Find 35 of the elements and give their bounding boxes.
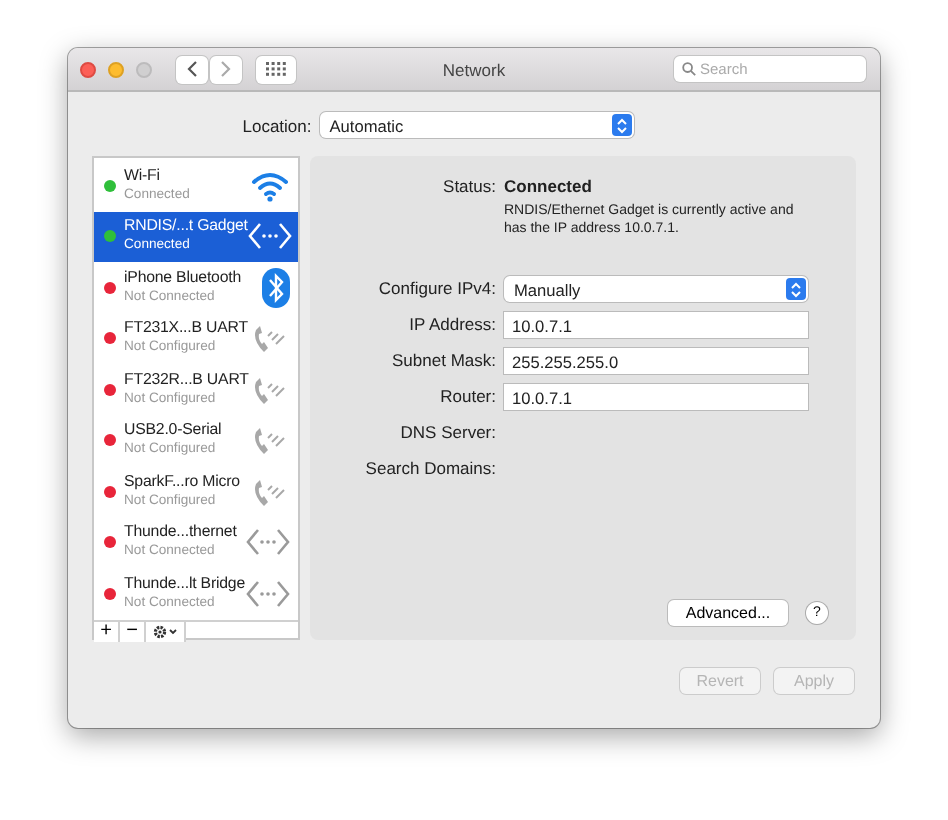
- field-label: Search Domains:: [363, 456, 496, 482]
- show-all-button[interactable]: [256, 55, 296, 83]
- close-button[interactable]: [80, 61, 96, 77]
- action-menu-button[interactable]: [146, 621, 186, 641]
- ethernet-icon: [246, 528, 290, 557]
- window-title: Network: [442, 59, 506, 79]
- field-label: Subnet Mask:: [390, 348, 496, 374]
- stepper-icon: [611, 114, 632, 136]
- status-label: Status:: [441, 176, 496, 196]
- remove-button[interactable]: −: [120, 621, 146, 641]
- input-field[interactable]: 255.255.255.0: [504, 348, 808, 374]
- ethernet-icon: [246, 579, 290, 608]
- field-label: Configure IPv4:: [376, 276, 496, 302]
- location-label: Location:: [242, 115, 312, 135]
- stepper-icon: [786, 278, 806, 300]
- wifi-icon: [250, 169, 290, 202]
- grid-icon: [266, 62, 286, 76]
- location-popup[interactable]: Automatic: [319, 112, 634, 138]
- bluetooth-icon: [262, 267, 290, 308]
- search-icon: [682, 62, 696, 76]
- back-icon: [186, 60, 198, 78]
- add-button[interactable]: +: [94, 621, 120, 641]
- input-field[interactable]: 10.0.7.1: [504, 312, 808, 338]
- ethernet-icon: [247, 222, 292, 251]
- forward-icon: [220, 60, 232, 78]
- configure-popup[interactable]: Manually: [504, 276, 808, 302]
- field-label: IP Address:: [407, 312, 496, 338]
- back-button[interactable]: [176, 55, 208, 83]
- minimize-button[interactable]: [108, 61, 124, 77]
- input-field[interactable]: 10.0.7.1: [504, 384, 808, 410]
- gear-icon: [151, 623, 179, 639]
- status-value: Connected: [504, 176, 594, 196]
- field-label: DNS Server:: [398, 420, 496, 446]
- advanced-button[interactable]: Advanced...: [668, 600, 788, 626]
- field-label: Router:: [438, 384, 496, 410]
